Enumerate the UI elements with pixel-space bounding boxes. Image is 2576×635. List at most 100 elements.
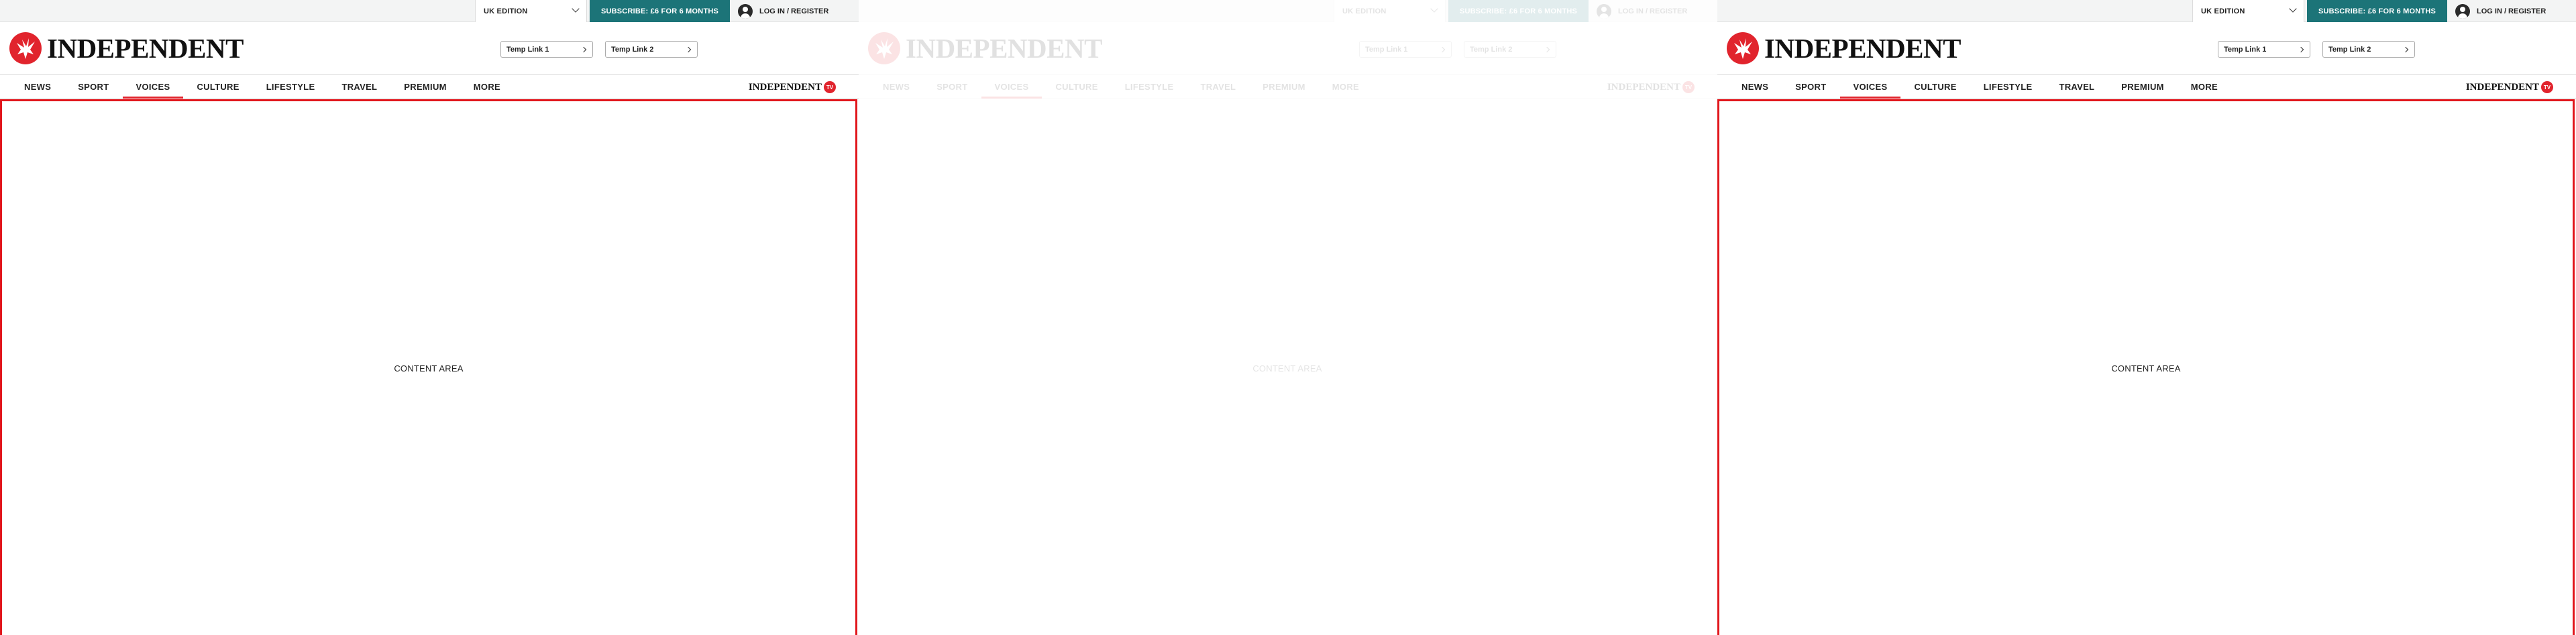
edition-label: UK EDITION	[2201, 7, 2245, 15]
chevron-right-icon	[2402, 46, 2409, 53]
logo-wordmark: INDEPENDENT	[47, 33, 244, 64]
nav-item-lifestyle[interactable]: LIFESTYLE	[1970, 75, 2046, 99]
nav-item-news[interactable]: NEWS	[869, 75, 923, 99]
content-area-label: CONTENT AREA	[2111, 363, 2181, 373]
page-frame-1: UK EDITION SUBSCRIBE: £6 FOR 6 MONTHS LO…	[0, 0, 859, 635]
nav-item-travel[interactable]: TRAVEL	[1187, 75, 1249, 99]
nav-item-culture[interactable]: CULTURE	[183, 75, 252, 99]
chevron-down-icon	[1430, 5, 1438, 13]
independent-tv-link[interactable]: INDEPENDENT TV	[2466, 81, 2553, 93]
edition-select[interactable]: UK EDITION	[2192, 0, 2304, 22]
edition-select[interactable]: UK EDITION	[1334, 0, 1446, 22]
login-label: LOG IN / REGISTER	[1618, 7, 1688, 15]
utility-bar: UK EDITION SUBSCRIBE: £6 FOR 6 MONTHS LO…	[0, 0, 859, 22]
nav-item-culture[interactable]: CULTURE	[1042, 75, 1111, 99]
temp-link-label: Temp Link 2	[1470, 45, 1513, 54]
mini-wordmark: INDEPENDENT	[1607, 81, 1680, 93]
login-register-link[interactable]: LOG IN / REGISTER	[2455, 0, 2546, 22]
page-frame-inner: UK EDITION SUBSCRIBE: £6 FOR 6 MONTHS LO…	[1717, 0, 2576, 635]
temp-link-2[interactable]: Temp Link 2	[605, 41, 698, 58]
temp-link-label: Temp Link 1	[1365, 45, 1408, 54]
logo-wordmark: INDEPENDENT	[1764, 33, 1961, 64]
login-register-link[interactable]: LOG IN / REGISTER	[1597, 0, 1687, 22]
nav-item-premium[interactable]: PREMIUM	[390, 75, 460, 99]
site-logo[interactable]: INDEPENDENT	[868, 31, 1102, 66]
temp-link-1[interactable]: Temp Link 1	[1359, 41, 1452, 58]
nav-item-premium[interactable]: PREMIUM	[2108, 75, 2178, 99]
nav-items: NEWS SPORT VOICES CULTURE LIFESTYLE TRAV…	[0, 75, 514, 99]
nav-item-more[interactable]: MORE	[2178, 75, 2231, 99]
nav-item-more[interactable]: MORE	[1319, 75, 1373, 99]
user-icon	[1597, 3, 1611, 19]
content-area-label: CONTENT AREA	[1252, 363, 1322, 373]
temp-link-label: Temp Link 1	[506, 45, 549, 54]
nav-item-news[interactable]: NEWS	[11, 75, 64, 99]
utility-bar: UK EDITION SUBSCRIBE: £6 FOR 6 MONTHS LO…	[1717, 0, 2576, 22]
temp-link-1[interactable]: Temp Link 1	[2218, 41, 2310, 58]
nav-item-lifestyle[interactable]: LIFESTYLE	[1112, 75, 1187, 99]
nav-item-sport[interactable]: SPORT	[64, 75, 122, 99]
content-area: CONTENT AREA	[0, 99, 857, 635]
content-area: CONTENT AREA	[1717, 99, 2575, 635]
nav-item-voices[interactable]: VOICES	[981, 75, 1042, 99]
user-icon	[2455, 3, 2470, 19]
nav-item-sport[interactable]: SPORT	[923, 75, 981, 99]
chevron-right-icon	[685, 46, 692, 53]
login-label: LOG IN / REGISTER	[2477, 7, 2546, 15]
chevron-right-icon	[1439, 46, 1446, 53]
eagle-icon	[1727, 32, 1759, 64]
nav-item-premium[interactable]: PREMIUM	[1249, 75, 1319, 99]
chevron-right-icon	[580, 46, 587, 53]
page-frame-2: UK EDITION SUBSCRIBE: £6 FOR 6 MONTHS LO…	[859, 0, 1717, 635]
subscribe-button[interactable]: SUBSCRIBE: £6 FOR 6 MONTHS	[2307, 0, 2447, 22]
login-register-link[interactable]: LOG IN / REGISTER	[738, 0, 828, 22]
nav-items: NEWS SPORT VOICES CULTURE LIFESTYLE TRAV…	[859, 75, 1373, 99]
nav-items: NEWS SPORT VOICES CULTURE LIFESTYLE TRAV…	[1717, 75, 2231, 99]
user-icon	[738, 3, 753, 19]
tv-badge: TV	[824, 81, 836, 93]
edition-select[interactable]: UK EDITION	[475, 0, 587, 22]
site-logo[interactable]: INDEPENDENT	[1727, 31, 1961, 66]
nav-item-culture[interactable]: CULTURE	[1900, 75, 1970, 99]
chevron-right-icon	[1544, 46, 1550, 53]
nav-item-lifestyle[interactable]: LIFESTYLE	[253, 75, 329, 99]
temp-link-label: Temp Link 2	[611, 45, 654, 54]
page-frame-inner: UK EDITION SUBSCRIBE: £6 FOR 6 MONTHS LO…	[0, 0, 859, 635]
chevron-down-icon	[572, 5, 580, 13]
edition-label: UK EDITION	[1342, 7, 1387, 15]
login-label: LOG IN / REGISTER	[759, 7, 829, 15]
main-nav: NEWS SPORT VOICES CULTURE LIFESTYLE TRAV…	[0, 74, 859, 99]
site-logo[interactable]: INDEPENDENT	[9, 31, 244, 66]
nav-item-travel[interactable]: TRAVEL	[2045, 75, 2108, 99]
nav-item-more[interactable]: MORE	[460, 75, 514, 99]
tv-badge: TV	[2541, 81, 2553, 93]
page-frame-inner: UK EDITION SUBSCRIBE: £6 FOR 6 MONTHS LO…	[859, 0, 1717, 635]
logo-wordmark: INDEPENDENT	[906, 33, 1102, 64]
mini-wordmark: INDEPENDENT	[2465, 81, 2539, 93]
nav-item-sport[interactable]: SPORT	[1782, 75, 1839, 99]
temp-link-2[interactable]: Temp Link 2	[1464, 41, 1556, 58]
page-frame-3: UK EDITION SUBSCRIBE: £6 FOR 6 MONTHS LO…	[1717, 0, 2576, 635]
edition-label: UK EDITION	[484, 7, 528, 15]
independent-tv-link[interactable]: INDEPENDENT TV	[1607, 81, 1695, 93]
main-nav: NEWS SPORT VOICES CULTURE LIFESTYLE TRAV…	[1717, 74, 2576, 99]
nav-item-voices[interactable]: VOICES	[1839, 75, 1901, 99]
eagle-icon	[868, 32, 900, 64]
temp-link-label: Temp Link 2	[2328, 45, 2371, 54]
nav-item-travel[interactable]: TRAVEL	[328, 75, 390, 99]
eagle-icon	[9, 32, 42, 64]
utility-bar: UK EDITION SUBSCRIBE: £6 FOR 6 MONTHS LO…	[859, 0, 1717, 22]
nav-item-voices[interactable]: VOICES	[122, 75, 184, 99]
subscribe-button[interactable]: SUBSCRIBE: £6 FOR 6 MONTHS	[590, 0, 730, 22]
temp-link-2[interactable]: Temp Link 2	[2322, 41, 2415, 58]
content-area: CONTENT AREA	[859, 99, 1716, 635]
chevron-right-icon	[2298, 46, 2304, 53]
temp-link-1[interactable]: Temp Link 1	[500, 41, 593, 58]
independent-tv-link[interactable]: INDEPENDENT TV	[749, 81, 836, 93]
frames-container: UK EDITION SUBSCRIBE: £6 FOR 6 MONTHS LO…	[0, 0, 2576, 635]
temp-link-label: Temp Link 1	[2224, 45, 2267, 54]
nav-item-news[interactable]: NEWS	[1728, 75, 1782, 99]
chevron-down-icon	[2289, 5, 2297, 13]
tv-badge: TV	[1682, 81, 1695, 93]
subscribe-button[interactable]: SUBSCRIBE: £6 FOR 6 MONTHS	[1448, 0, 1589, 22]
